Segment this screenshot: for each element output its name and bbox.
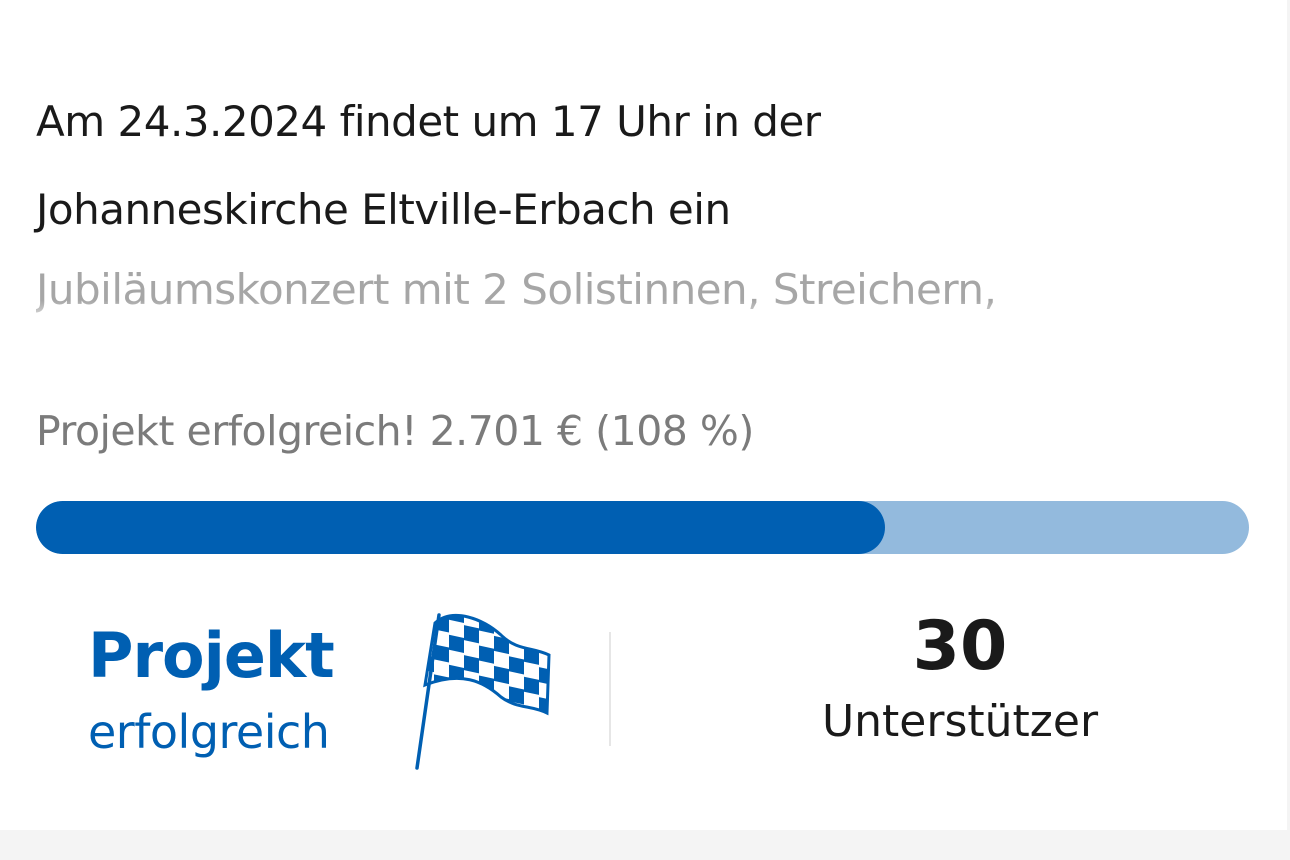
- funding-progress-fill: [36, 501, 886, 554]
- funding-status: Projekt erfolgreich! 2.701 € (108 %): [36, 407, 754, 455]
- success-badge-title: Projekt: [88, 619, 335, 692]
- checkered-flag-icon: [415, 613, 551, 770]
- funding-progress-bar: [36, 501, 1249, 554]
- project-teaser-container: Jubiläumskonzert mit 2 Solistinnen, Stre…: [36, 250, 1256, 330]
- project-title[interactable]: Am 24.3.2024 findet um 17 Uhr in der Joh…: [36, 78, 1136, 254]
- success-badge-subtitle: erfolgreich: [88, 705, 330, 759]
- supporters-label: Unterstützer: [821, 696, 1099, 747]
- stats-divider: [609, 632, 611, 746]
- teaser-fade-overlay: [36, 300, 1256, 330]
- project-card[interactable]: Am 24.3.2024 findet um 17 Uhr in der Joh…: [0, 0, 1287, 830]
- supporters-count: 30: [912, 607, 1008, 686]
